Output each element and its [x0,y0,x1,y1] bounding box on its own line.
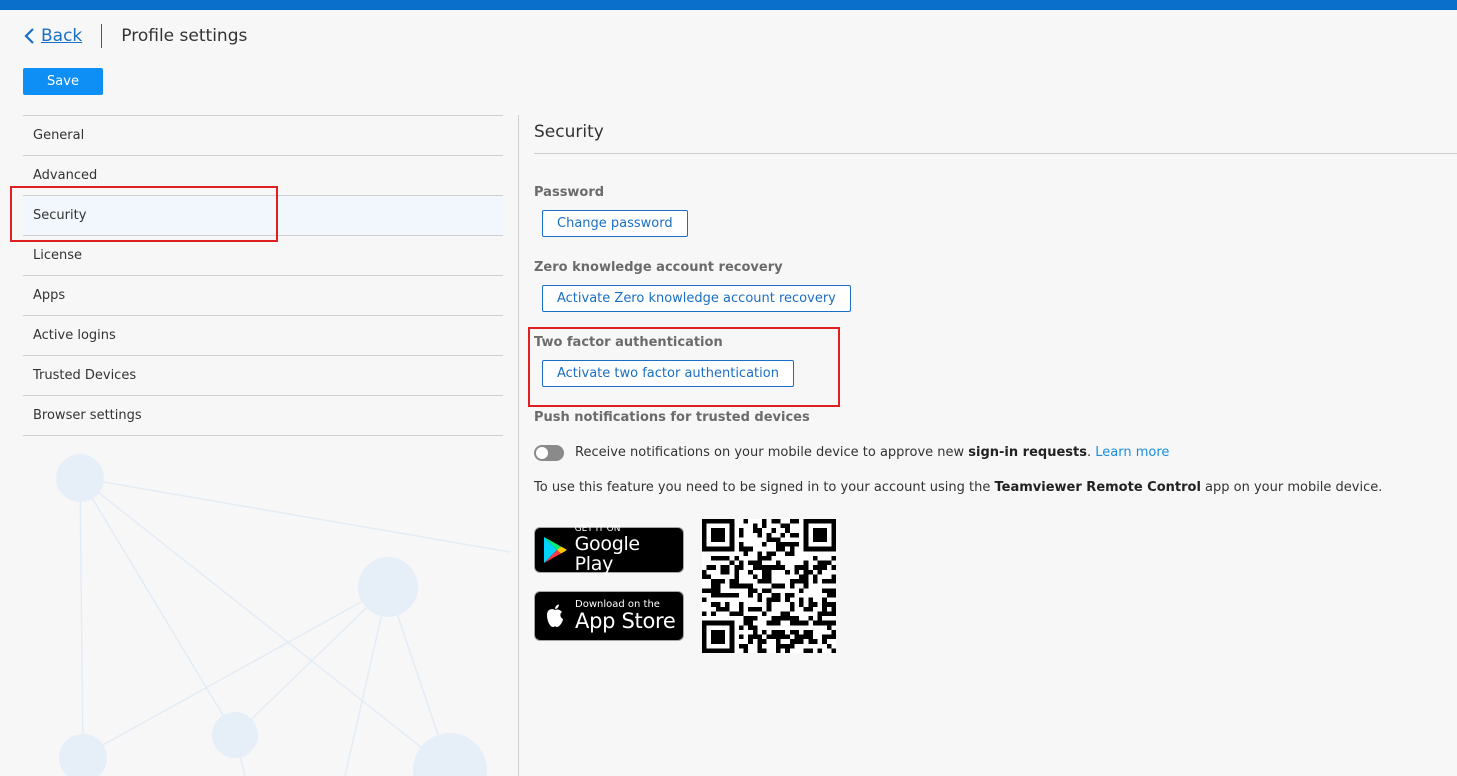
settings-sidebar: General Advanced Security License Apps A… [23,115,503,436]
two-factor-label: Two factor authentication [534,335,723,350]
activate-zero-knowledge-button[interactable]: Activate Zero knowledge account recovery [542,285,851,312]
zero-knowledge-label: Zero knowledge account recovery [534,260,783,275]
password-label: Password [534,185,605,200]
save-button[interactable]: Save [23,68,103,95]
chevron-left-icon [24,28,34,44]
content-divider [518,115,519,776]
toggle-knob [536,447,548,459]
sidebar-item-trusted-devices[interactable]: Trusted Devices [23,356,503,396]
google-play-icon [535,528,575,572]
sidebar-item-advanced[interactable]: Advanced [23,156,503,196]
google-play-badge[interactable]: GET IT ON Google Play [534,524,684,575]
sidebar-item-general[interactable]: General [23,116,503,156]
change-password-button[interactable]: Change password [542,210,688,237]
sidebar-item-active-logins[interactable]: Active logins [23,316,503,356]
google-play-big-text: Google Play [574,532,641,575]
push-notifications-label: Push notifications for trusted devices [534,410,810,425]
app-store-badge[interactable]: Download on the App Store [534,591,684,641]
network-decoration [56,454,510,776]
activate-two-factor-button[interactable]: Activate two factor authentication [542,360,794,387]
header-divider [101,24,103,48]
sidebar-item-security[interactable]: Security [23,196,503,236]
top-accent-bar [0,0,1457,10]
apple-icon [535,594,575,638]
security-panel: Security Password Change password Zero k… [534,115,1457,653]
learn-more-link[interactable]: Learn more [1095,445,1169,460]
page-title: Profile settings [121,26,248,46]
back-label: Back [41,26,83,46]
feature-info-text: To use this feature you need to be signe… [534,480,1383,495]
app-store-big-text: App Store [575,609,676,634]
sidebar-item-license[interactable]: License [23,236,503,276]
sidebar-item-apps[interactable]: Apps [23,276,503,316]
sidebar-item-browser-settings[interactable]: Browser settings [23,396,503,436]
back-link[interactable]: Back [23,26,82,46]
push-notifications-toggle[interactable] [534,445,564,461]
page-header: Back Profile settings [23,22,247,50]
push-notifications-text: Receive notifications on your mobile dev… [575,445,1170,460]
section-title: Security [534,115,1457,154]
qr-code-icon [702,519,836,653]
